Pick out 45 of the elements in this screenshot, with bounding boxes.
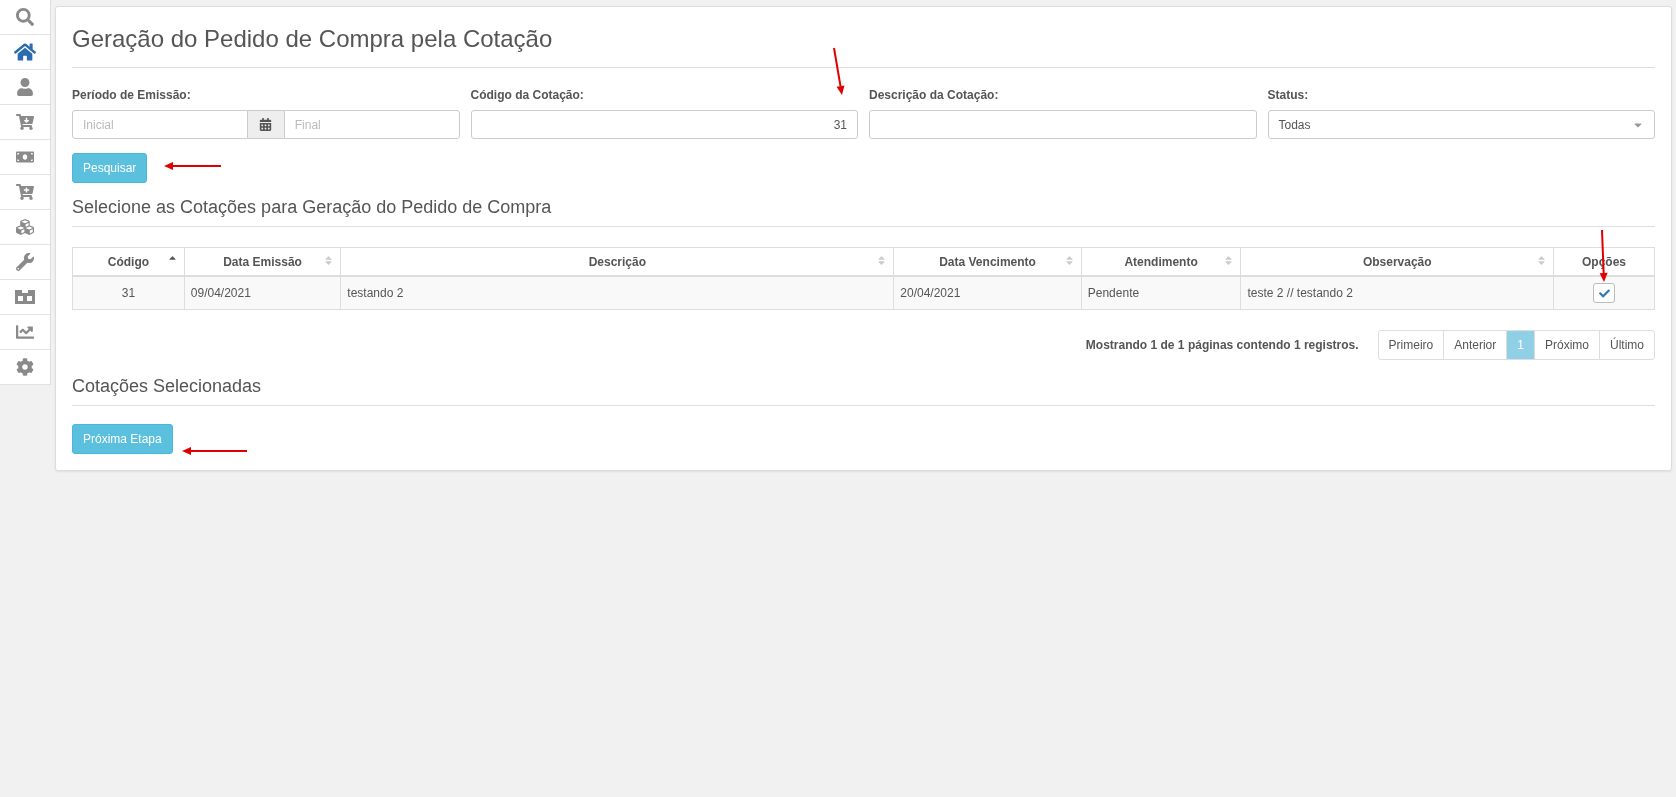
section-heading: Cotações Selecionadas: [72, 376, 1655, 406]
cart-icon: [16, 113, 34, 131]
check-icon: [1598, 287, 1610, 299]
table-cell: 09/04/2021: [184, 276, 341, 310]
section-heading: Selecione as Cotações para Geração do Pedido de Compra: [72, 197, 1655, 227]
table-cell: 31: [72, 276, 185, 310]
cart-plus-icon: [16, 183, 34, 201]
field-label: Período de Emissão:: [72, 88, 192, 102]
sort-icon: [876, 255, 888, 266]
page-button[interactable]: Primeiro: [1377, 330, 1445, 360]
page-button[interactable]: Último: [1599, 330, 1655, 360]
table-cell: Pendente: [1081, 276, 1241, 310]
table-cell: teste 2 // testando 2: [1240, 276, 1554, 310]
description-field[interactable]: [869, 110, 1257, 139]
calendar-addon[interactable]: [247, 110, 284, 139]
code-field[interactable]: 31: [470, 110, 858, 139]
select-checkbox[interactable]: [1593, 283, 1616, 303]
pagination-summary: Mostrando 1 de 1 páginas contendo 1 registros.: [1085, 338, 1359, 352]
table-cell: testando 2: [340, 276, 894, 310]
home-icon: [14, 41, 36, 63]
page-button[interactable]: Anterior: [1443, 330, 1508, 360]
start-date-field[interactable]: Inicial: [72, 110, 248, 139]
settings-icon: [16, 358, 34, 376]
sort-icon: [1536, 255, 1548, 266]
field-label: Código da Cotação:: [470, 88, 585, 102]
sort-icon: [1063, 255, 1075, 266]
field-label: Status:: [1267, 88, 1310, 102]
wrench-icon: [16, 253, 34, 271]
page-title: Geração do Pedido de Compra pela Cotação: [72, 25, 1655, 68]
user-icon: [16, 78, 34, 96]
table-cell: 20/04/2021: [893, 276, 1082, 310]
calendar-icon: [259, 118, 273, 131]
search-icon: [16, 8, 34, 26]
cubes-icon: [16, 218, 34, 236]
cassette-icon: [15, 289, 35, 305]
sort-icon: [323, 255, 335, 266]
sort-icon: [1223, 255, 1235, 266]
annotation-arrow: [182, 447, 248, 455]
chart-icon: [16, 323, 34, 341]
page-button[interactable]: Próximo: [1533, 330, 1600, 360]
annotation-arrow: [164, 162, 222, 170]
end-date-field[interactable]: Final: [283, 110, 460, 139]
annotation-arrow: [833, 47, 845, 95]
field-label: Descrição da Cotação:: [869, 88, 1000, 102]
status-select[interactable]: Todas: [1267, 110, 1655, 139]
